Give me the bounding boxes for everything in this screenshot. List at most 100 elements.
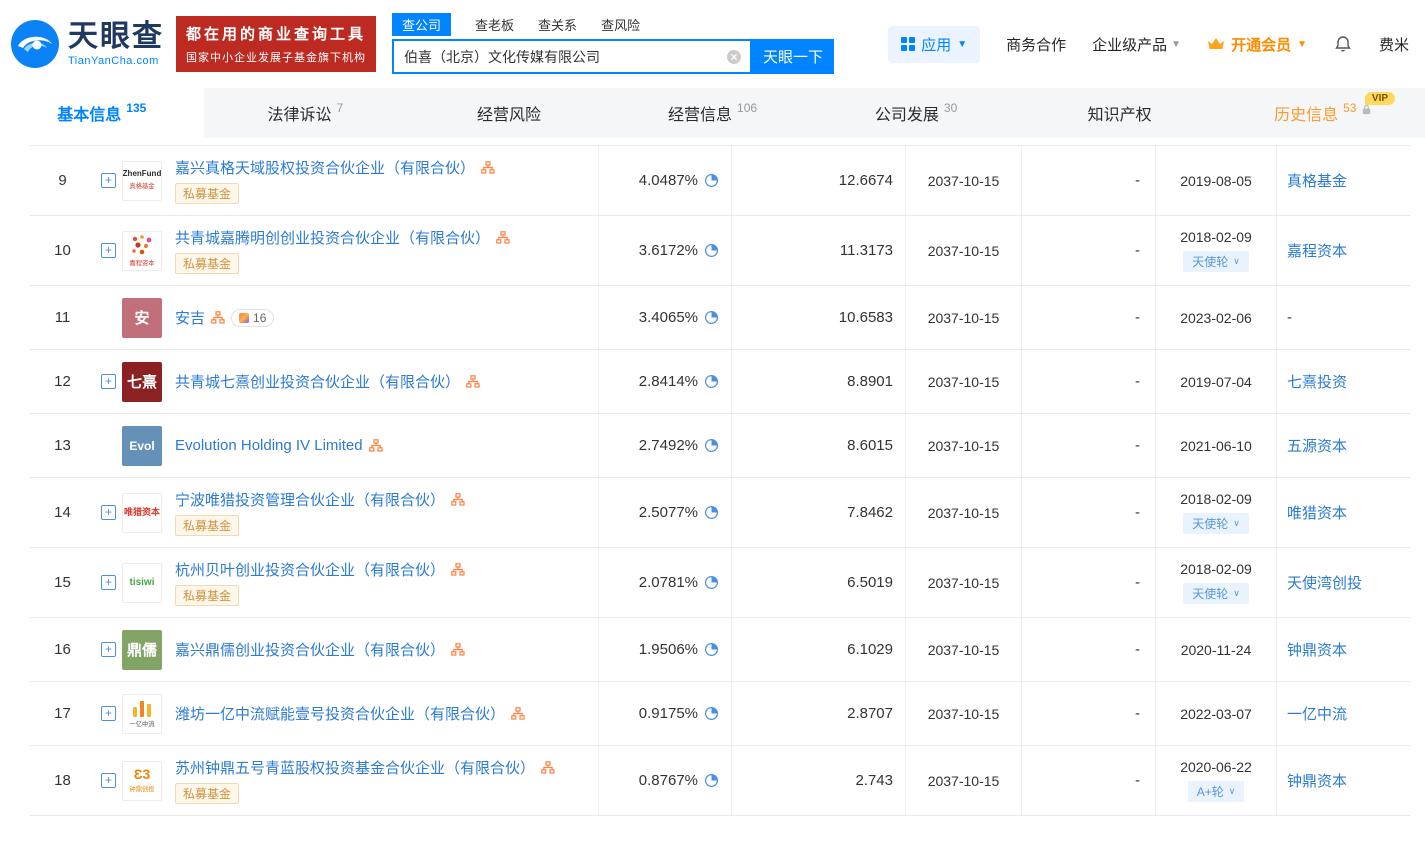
nav-business-cooperation[interactable]: 商务合作 [1006, 34, 1066, 55]
search-tab-boss[interactable]: 查老板 [475, 15, 514, 34]
equity-pie-icon[interactable] [704, 642, 719, 657]
chevron-down-icon: ∨ [1233, 256, 1240, 267]
apps-grid-icon [901, 37, 915, 51]
shareholder-name-link[interactable]: 宁波唯猎投资管理合伙企业（有限合伙） [175, 489, 445, 510]
tab-development[interactable]: 公司发展30 [814, 88, 1018, 138]
open-vip-button[interactable]: 开通会员 ▼ [1207, 34, 1307, 55]
shareholder-name-link[interactable]: 苏州钟鼎五号青蓝股权投资基金合伙企业（有限合伙） [175, 757, 535, 778]
equity-pie-icon[interactable] [704, 374, 719, 389]
chevron-down-icon: ▼ [1297, 39, 1307, 50]
vip-badge: VIP [1365, 92, 1395, 105]
nav-enterprise-products[interactable]: 企业级产品 ▼ [1092, 34, 1181, 55]
equity-pie-icon[interactable] [704, 575, 719, 590]
equity-structure-icon[interactable] [369, 439, 383, 452]
expand-button[interactable]: + [101, 706, 116, 721]
tab-history[interactable]: 历史信息53VIP [1221, 88, 1425, 138]
related-fund-link[interactable]: 天使湾创投 [1287, 572, 1362, 593]
equity-structure-icon[interactable] [451, 643, 465, 656]
equity-structure-icon[interactable] [451, 563, 465, 576]
tab-basic-info[interactable]: 基本信息135 [0, 88, 204, 138]
related-fund-link[interactable]: 七熹投资 [1287, 371, 1347, 392]
brand-logo[interactable]: 天眼查 TianYanCha.com [10, 19, 164, 69]
shareholder-name-link[interactable]: 安吉 [175, 307, 205, 328]
tab-count: 106 [737, 101, 757, 115]
equity-structure-icon[interactable] [481, 161, 495, 174]
expand-button[interactable]: + [101, 773, 116, 788]
expand-button[interactable]: + [101, 642, 116, 657]
tab-operating-info[interactable]: 经营信息106 [611, 88, 815, 138]
search-input[interactable] [394, 49, 750, 65]
company-logo: Ɛ3钟鼎创投 [122, 761, 162, 801]
funding-round-tag[interactable]: 天使轮∨ [1183, 583, 1249, 604]
equity-pie-icon[interactable] [704, 505, 719, 520]
user-account[interactable]: 费米 [1379, 34, 1409, 55]
shareholder-table: 9+ZhenFund真格基金嘉兴真格天域股权投资合伙企业（有限合伙）私募基金4.… [30, 145, 1410, 816]
equity-structure-icon[interactable] [496, 231, 510, 244]
invest-date: 2018-02-09 [1180, 561, 1252, 577]
share-ratio: 2.8414% [639, 373, 698, 390]
share-ratio: 3.6172% [639, 242, 698, 259]
shareholder-name-link[interactable]: 潍坊一亿中流赋能壹号投资合伙企业（有限合伙） [175, 703, 505, 724]
equity-pie-icon[interactable] [704, 438, 719, 453]
equity-pie-icon[interactable] [704, 310, 719, 325]
shareholder-name-link[interactable]: 嘉兴真格天域股权投资合伙企业（有限合伙） [175, 157, 475, 178]
tab-operating-risk[interactable]: 经营风险 [407, 88, 611, 138]
expand-button[interactable]: + [101, 575, 116, 590]
equity-pie-icon[interactable] [704, 173, 719, 188]
row-index: 12 [30, 350, 95, 413]
equity-structure-icon[interactable] [451, 493, 465, 506]
equity-structure-icon[interactable] [211, 311, 225, 324]
tab-ip[interactable]: 知识产权 [1018, 88, 1222, 138]
company-logo: 鼎儒 [122, 630, 162, 670]
table-row: 14+唯猎资本宁波唯猎投资管理合伙企业（有限合伙）私募基金2.5077%7.84… [30, 478, 1410, 548]
shareholder-name-link[interactable]: 杭州贝叶创业投资合伙企业（有限合伙） [175, 559, 445, 580]
shareholder-name-link[interactable]: 共青城嘉腾明创创业投资合伙企业（有限合伙） [175, 227, 490, 248]
shareholder-name-link[interactable]: 共青城七熹创业投资合伙企业（有限合伙） [175, 371, 460, 392]
shareholder-table-body: 9+ZhenFund真格基金嘉兴真格天域股权投资合伙企业（有限合伙）私募基金4.… [30, 146, 1410, 816]
search-tab-company[interactable]: 查公司 [392, 13, 451, 36]
search-button[interactable]: 天眼一下 [752, 39, 834, 74]
fund-type-tag: 私募基金 [175, 253, 239, 274]
expand-button[interactable]: + [101, 243, 116, 258]
equity-pie-icon[interactable] [704, 773, 719, 788]
subscribe-date: 2037-10-15 [905, 548, 1021, 617]
equity-pie-icon[interactable] [704, 243, 719, 258]
search-tab-risk[interactable]: 查风险 [601, 15, 640, 34]
notification-bell-icon[interactable] [1333, 34, 1353, 54]
equity-structure-icon[interactable] [466, 375, 480, 388]
expand-button[interactable]: + [101, 173, 116, 188]
subscribe-date: 2037-10-15 [905, 286, 1021, 349]
search-tab-relation[interactable]: 查关系 [538, 15, 577, 34]
funding-round-tag[interactable]: A+轮∨ [1188, 781, 1245, 802]
clear-search-icon[interactable] [726, 49, 742, 65]
related-fund-link[interactable]: 嘉程资本 [1287, 240, 1347, 261]
apps-menu-button[interactable]: 应用 ▼ [888, 26, 980, 63]
related-fund-link[interactable]: 五源资本 [1287, 435, 1347, 456]
tab-count: 135 [126, 101, 146, 115]
share-ratio: 4.0487% [639, 172, 698, 189]
header-nav: 应用 ▼ 商务合作 企业级产品 ▼ 开通会员 ▼ 费米 [888, 26, 1409, 63]
related-fund-link[interactable]: 钟鼎资本 [1287, 639, 1347, 660]
row-index: 14 [30, 478, 95, 547]
equity-structure-icon[interactable] [511, 707, 525, 720]
equity-pie-icon[interactable] [704, 706, 719, 721]
share-ratio: 3.4065% [639, 309, 698, 326]
associated-count-badge[interactable]: 16 [231, 309, 274, 327]
funding-round-tag[interactable]: 天使轮∨ [1183, 251, 1249, 272]
tab-legal[interactable]: 法律诉讼7 [204, 88, 408, 138]
shareholder-name-link[interactable]: 嘉兴鼎儒创业投资合伙企业（有限合伙） [175, 639, 445, 660]
shareholder-name-link[interactable]: Evolution Holding IV Limited [175, 437, 363, 454]
funding-round-tag[interactable]: 天使轮∨ [1183, 513, 1249, 534]
invest-date: 2023-02-06 [1180, 310, 1252, 326]
shareholder-cell: + 鼎儒嘉兴鼎儒创业投资合伙企业（有限合伙） [95, 618, 598, 681]
paid-capital: - [1021, 618, 1155, 681]
header: 天眼查 TianYanCha.com 都在用的商业查询工具 国家中小企业发展子基… [0, 0, 1425, 88]
expand-button[interactable]: + [101, 374, 116, 389]
related-fund-link[interactable]: 唯猎资本 [1287, 502, 1347, 523]
related-fund-link[interactable]: 真格基金 [1287, 170, 1347, 191]
related-fund-link[interactable]: 钟鼎资本 [1287, 770, 1347, 791]
related-fund-link[interactable]: 一亿中流 [1287, 703, 1347, 724]
company-logo: ZhenFund真格基金 [122, 161, 162, 201]
equity-structure-icon[interactable] [541, 761, 555, 774]
expand-button[interactable]: + [101, 505, 116, 520]
